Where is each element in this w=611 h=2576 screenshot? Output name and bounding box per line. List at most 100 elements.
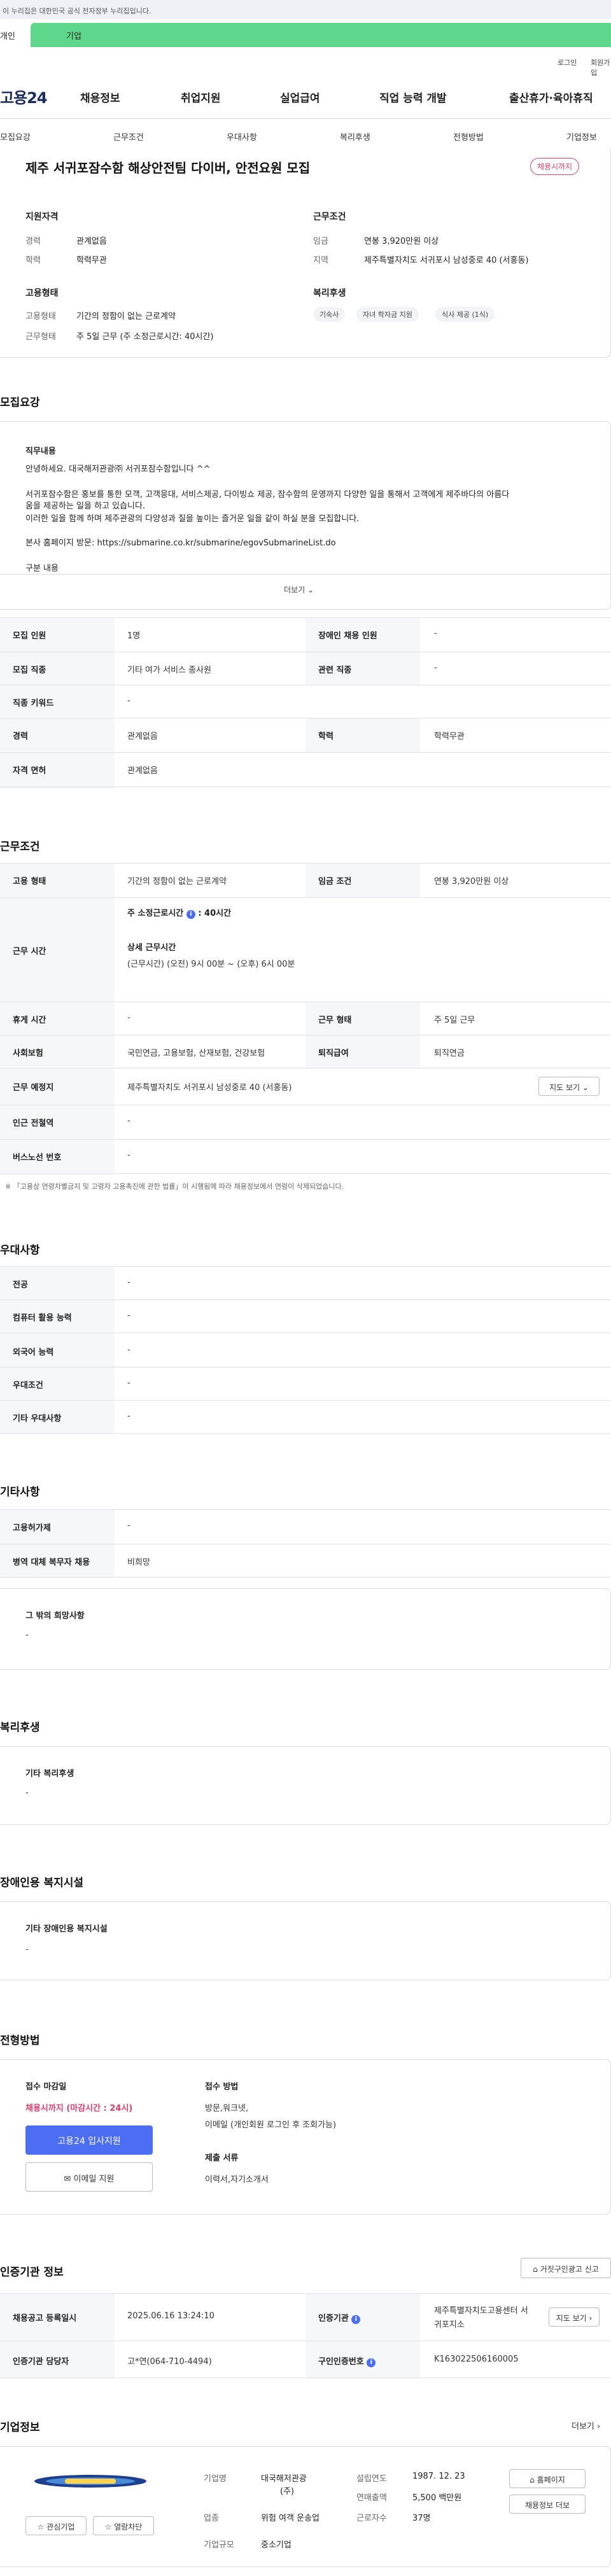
company-jobs-button[interactable]: 채용정보 더보 — [509, 2495, 586, 2514]
row-label: 학력 — [318, 732, 334, 741]
subnav-recruit[interactable]: 모집요강 — [0, 130, 31, 143]
row-value: 기타 여가 서비스 종사원 — [127, 666, 211, 675]
subnav-welfare[interactable]: 복리후생 — [340, 130, 370, 143]
site-logo[interactable]: 고용24 — [0, 85, 48, 108]
education-label: 학력 — [25, 256, 41, 265]
row-value: - — [127, 1013, 130, 1023]
apply-button[interactable]: 고용24 입사지원 — [25, 2125, 153, 2155]
row-label: 우대조건 — [13, 1381, 43, 1390]
docs-heading: 제출 서류 — [205, 2153, 239, 2163]
row-label: 임금 조건 — [318, 877, 352, 886]
info-icon[interactable]: i — [351, 2315, 361, 2324]
company-size-label: 기업규모 — [204, 2540, 234, 2550]
row-label: 퇴직급여 — [318, 1049, 349, 1058]
row-label: 사회보험 — [13, 1049, 43, 1058]
row-value: - — [127, 1378, 130, 1388]
recruit-table: 모집 인원 1명 장애인 채용 인원 - 모집 직종 기타 여가 서비스 종사원… — [0, 617, 611, 789]
row-value: - — [127, 1311, 130, 1320]
welfare-card — [0, 1746, 611, 1825]
founded-value: 1987. 12. 23 — [412, 2472, 465, 2481]
map-view-button[interactable]: 지도 보기 ⌄ — [538, 1077, 600, 1096]
industry-label: 업종 — [204, 2514, 219, 2523]
detail-hours-heading: 상세 근무시간 — [127, 943, 176, 953]
star-icon: ☆ — [104, 2523, 112, 2531]
cert-table: 채용공고 등록일시 2025.06.16 13:24:10 인증기관 i 제주특… — [0, 2293, 611, 2379]
tab-personal[interactable]: 개인 — [0, 23, 32, 47]
method-value: 방문,워크넷, — [205, 2104, 249, 2113]
row-label: 기타 우대사항 — [13, 1414, 62, 1424]
info-icon[interactable]: i — [367, 2358, 376, 2367]
row-value: - — [127, 1411, 130, 1421]
welfare-chip: 식사 제공 (1식) — [435, 307, 495, 322]
duty-line: 구분 내용 — [25, 564, 59, 573]
row-label: 인증기관 i — [318, 2311, 361, 2324]
employment-type-label: 고용형태 — [25, 312, 56, 321]
tab-enterprise[interactable]: 기업 — [31, 23, 611, 47]
row-value: - — [434, 629, 437, 638]
employment-heading: 고용형태 — [25, 288, 59, 298]
row-value: 퇴직연금 — [434, 1049, 465, 1058]
etc-table: 고용허가제 - 병역 대체 복무자 채용 비희망 — [0, 1509, 611, 1578]
row-label: 장애인 채용 인원 — [318, 631, 377, 641]
gnb-item-leave[interactable]: 출산휴가·육아휴직 — [509, 89, 593, 105]
row-label: 병역 대체 복무자 채용 — [13, 1558, 90, 1567]
section-title-etc: 기타사항 — [0, 1486, 40, 1499]
map-view-button[interactable]: 지도 보기 › — [549, 2307, 600, 2327]
interest-company-button[interactable]: ☆ 관심기업 — [25, 2516, 87, 2535]
career-label: 경력 — [25, 237, 41, 246]
row-label: 근무 예정지 — [13, 1083, 54, 1093]
row-value: 연봉 3,920만원 이상 — [434, 877, 509, 886]
duty-line: 안녕하세요. 대국해저관광㈜ 서귀포잠수함입니다 ^^ — [25, 465, 211, 474]
sales-label: 연매출액 — [356, 2493, 387, 2503]
company-name-value-2: (주) — [280, 2487, 295, 2496]
mail-icon: ✉ — [64, 2174, 71, 2184]
homepage-button[interactable]: ⌂ 홈페이지 — [509, 2469, 586, 2488]
section-title-welfare: 복리후생 — [0, 1721, 40, 1734]
subnav-conditions[interactable]: 근무조건 — [113, 130, 144, 143]
row-value: - — [127, 1151, 130, 1160]
block-view-button[interactable]: ☆ 열람차단 — [93, 2516, 154, 2535]
row-value: 관계없음 — [127, 766, 158, 776]
wage-value: 연봉 3,920만원 이상 — [364, 237, 439, 246]
report-ad-button[interactable]: ⌂ 거짓구인광고 신고 — [521, 2258, 611, 2278]
job-summary-card — [0, 148, 611, 358]
row-label: 인근 전철역 — [13, 1119, 54, 1128]
detail-hours-value: (근무시간) (오전) 9시 00분 ~ (오후) 6시 00분 — [127, 960, 295, 969]
row-label: 버스노선 번호 — [13, 1153, 62, 1163]
other-wishes-heading: 그 밖의 희망사항 — [25, 1611, 85, 1621]
join-link[interactable]: 회원가입 — [591, 57, 611, 78]
row-value: 1명 — [127, 631, 141, 641]
method-value-2: 이메일 (개인회원 로그인 후 조회가능) — [205, 2120, 337, 2130]
subnav-company[interactable]: 기업정보 — [566, 130, 597, 143]
more-button[interactable]: 더보기 ⌄ — [284, 584, 314, 595]
row-label: 경력 — [13, 732, 28, 741]
row-label: 외국어 능력 — [13, 1348, 54, 1357]
company-more-link[interactable]: 더보기 › — [572, 2419, 600, 2432]
employment-type-value: 기간의 정함이 없는 근로계약 — [76, 312, 176, 321]
sales-value: 5,500 백만원 — [412, 2493, 462, 2503]
other-wishes-card — [0, 1588, 611, 1670]
row-label: 구인인증번호 i — [318, 2355, 376, 2367]
gnb-item-benefits[interactable]: 실업급여 — [280, 89, 320, 105]
row-value: - — [127, 1345, 130, 1355]
section-title-company: 기업정보 — [0, 2421, 40, 2434]
company-name-value: 대국해저관광 — [261, 2474, 307, 2484]
docs-value: 이력서,자기소개서 — [205, 2175, 269, 2185]
subnav-process[interactable]: 전형방법 — [453, 130, 484, 143]
disability-box-value: - — [25, 1945, 29, 1954]
chevron-down-icon: ⌄ — [582, 1083, 589, 1092]
gnb-item-support[interactable]: 취업지원 — [181, 89, 221, 105]
subnav-preferences[interactable]: 우대사항 — [227, 130, 257, 143]
row-label: 채용공고 등록일시 — [13, 2314, 77, 2323]
star-icon: ☆ — [37, 2523, 45, 2531]
row-label: 모집 인원 — [13, 631, 46, 641]
gnb-item-jobs[interactable]: 채용정보 — [80, 89, 120, 105]
login-link[interactable]: 로그인 — [558, 57, 577, 67]
email-apply-button[interactable]: ✉ 이메일 지원 — [25, 2162, 153, 2192]
info-icon[interactable]: i — [186, 910, 195, 919]
row-label: 인증기관 담당자 — [13, 2357, 69, 2367]
industry-value: 위험 여객 운송업 — [261, 2514, 320, 2523]
gnb-item-training[interactable]: 직업 능력 개발 — [379, 89, 447, 105]
employees-label: 근로자수 — [356, 2514, 387, 2523]
disability-card — [0, 1901, 611, 1980]
